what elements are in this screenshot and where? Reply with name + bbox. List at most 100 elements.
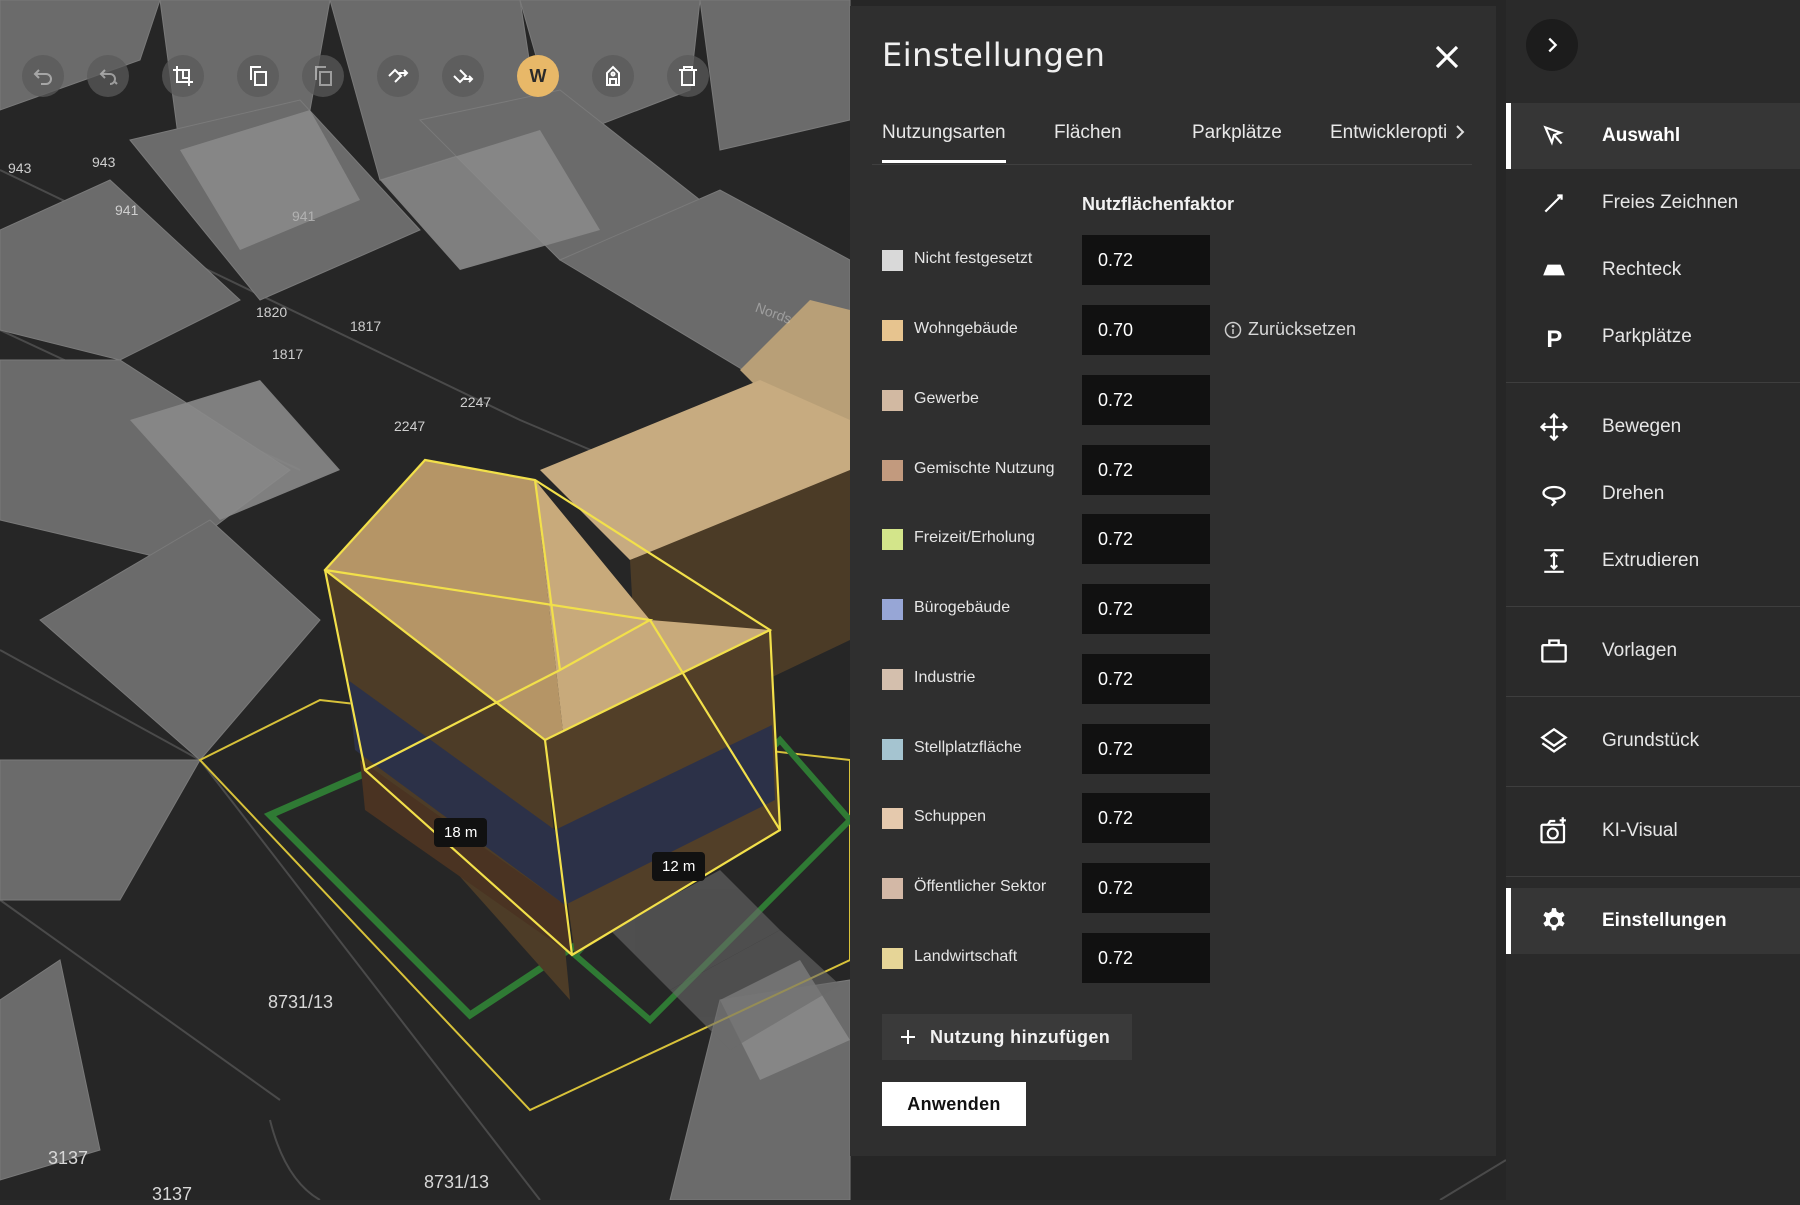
settings-tabs: Nutzungsarten Flächen Parkplätze Entwick… — [872, 102, 1472, 165]
collapse-button[interactable] — [1526, 19, 1578, 71]
tool-vorlagen[interactable]: Vorlagen — [1506, 618, 1800, 684]
dimension-label: 12 m — [652, 852, 706, 881]
usage-row: Bürogebäude — [882, 584, 1442, 634]
move-icon — [1538, 411, 1570, 443]
tool-label: Extrudieren — [1602, 550, 1700, 571]
tool-grundstueck[interactable]: Grundstück — [1506, 708, 1800, 774]
rotate-icon — [1538, 478, 1570, 510]
tool-extrudieren[interactable]: Extrudieren — [1506, 528, 1800, 594]
apply-button[interactable]: Anwenden — [882, 1082, 1026, 1126]
tool-auswahl[interactable]: Auswahl — [1506, 103, 1800, 169]
factor-input[interactable] — [1082, 933, 1210, 983]
plus-icon — [901, 1030, 915, 1044]
close-button[interactable] — [1432, 42, 1462, 72]
divider — [1506, 876, 1800, 877]
building-icon — [606, 65, 620, 86]
factor-input[interactable] — [1082, 793, 1210, 843]
svg-text:P: P — [1546, 326, 1562, 350]
plot-number: 8731/13 — [268, 992, 334, 1012]
trash-icon — [679, 66, 697, 86]
rectangle-icon — [1538, 254, 1570, 286]
divider — [1506, 382, 1800, 383]
usage-row: Landwirtschaft — [882, 933, 1442, 983]
move-down-button[interactable] — [442, 55, 484, 97]
tool-label: Grundstück — [1602, 730, 1700, 751]
tool-sidebar: Auswahl Freies Zeichnen Rechteck P Parkp… — [1506, 0, 1800, 1200]
color-swatch — [882, 250, 903, 271]
tab-parkplaetze[interactable]: Parkplätze — [1192, 122, 1282, 144]
move-up-button[interactable] — [377, 55, 419, 97]
crop-icon — [173, 66, 193, 86]
tool-label: Vorlagen — [1602, 640, 1678, 661]
gear-icon — [1538, 905, 1570, 937]
factor-input[interactable] — [1082, 305, 1210, 355]
tool-bewegen[interactable]: Bewegen — [1506, 394, 1800, 460]
tab-entwickleroptionen[interactable]: Entwickleropti — [1330, 122, 1456, 144]
divider — [1506, 786, 1800, 787]
usage-row: Nicht festgesetzt — [882, 235, 1442, 285]
redo-icon — [99, 69, 118, 85]
tool-label: Freies Zeichnen — [1602, 192, 1739, 213]
tool-rechteck[interactable]: Rechteck — [1506, 237, 1800, 303]
tool-einstellungen[interactable]: Einstellungen — [1506, 888, 1800, 954]
divider — [1506, 696, 1800, 697]
crop-button[interactable] — [162, 55, 204, 97]
copy-button[interactable] — [237, 55, 279, 97]
factor-input[interactable] — [1082, 863, 1210, 913]
reset-label: Zurücksetzen — [1248, 319, 1357, 339]
usage-row: Gewerbe — [882, 375, 1442, 425]
parking-icon: P — [1538, 321, 1570, 353]
tool-parkplaetze[interactable]: P Parkplätze — [1506, 304, 1800, 370]
extrude-icon — [1538, 545, 1570, 577]
factor-input[interactable] — [1082, 584, 1210, 634]
user-avatar[interactable]: W — [517, 55, 559, 97]
factor-input[interactable] — [1082, 235, 1210, 285]
color-swatch — [882, 390, 903, 411]
usage-label: Stellplatzfläche — [914, 739, 1022, 756]
plot-number: 3137 — [48, 1148, 89, 1168]
chevron-right-icon — [1548, 37, 1558, 53]
info-icon — [1224, 321, 1242, 338]
paste-button[interactable] — [302, 55, 344, 97]
undo-button[interactable] — [22, 55, 64, 97]
tool-freies-zeichnen[interactable]: Freies Zeichnen — [1506, 170, 1800, 236]
factor-input[interactable] — [1082, 445, 1210, 495]
tab-nutzungsarten[interactable]: Nutzungsarten — [882, 122, 1006, 163]
reset-button[interactable]: Zurücksetzen — [1224, 319, 1356, 340]
usage-row: Freizeit/Erholung — [882, 514, 1442, 564]
tab-flaechen[interactable]: Flächen — [1054, 122, 1122, 144]
tool-label: Auswahl — [1602, 125, 1681, 146]
tool-label: Bewegen — [1602, 416, 1682, 437]
plot-number: 943 — [8, 160, 32, 176]
factor-input[interactable] — [1082, 375, 1210, 425]
factor-input[interactable] — [1082, 724, 1210, 774]
color-swatch — [882, 878, 903, 899]
plot-number: 2247 — [460, 394, 492, 410]
tool-drehen[interactable]: Drehen — [1506, 461, 1800, 527]
factor-input[interactable] — [1082, 654, 1210, 704]
color-swatch — [882, 599, 903, 620]
color-swatch — [882, 460, 903, 481]
add-usage-button[interactable]: Nutzung hinzufügen — [882, 1014, 1133, 1060]
undo-icon — [33, 69, 52, 85]
add-usage-label: Nutzung hinzufügen — [930, 1026, 1111, 1047]
redo-button[interactable] — [87, 55, 129, 97]
ai-camera-icon — [1538, 815, 1570, 847]
factor-input[interactable] — [1082, 514, 1210, 564]
building-button[interactable] — [592, 55, 634, 97]
tool-label: Rechteck — [1602, 259, 1682, 280]
tool-label: Einstellungen — [1602, 910, 1727, 931]
tool-label: Parkplätze — [1602, 326, 1692, 347]
move-down-icon — [453, 69, 474, 84]
tabs-next-button[interactable] — [1448, 120, 1472, 144]
usage-label: Schuppen — [914, 808, 987, 825]
usage-row: Schuppen — [882, 793, 1442, 843]
tool-ki-visual[interactable]: KI-Visual — [1506, 798, 1800, 864]
tool-label: KI-Visual — [1602, 820, 1678, 841]
usage-label: Wohngebäude — [914, 320, 1018, 337]
color-swatch — [882, 808, 903, 829]
delete-button[interactable] — [667, 55, 709, 97]
color-swatch — [882, 669, 903, 690]
usage-row: Wohngebäude Zurücksetzen — [882, 305, 1442, 355]
color-swatch — [882, 320, 903, 341]
